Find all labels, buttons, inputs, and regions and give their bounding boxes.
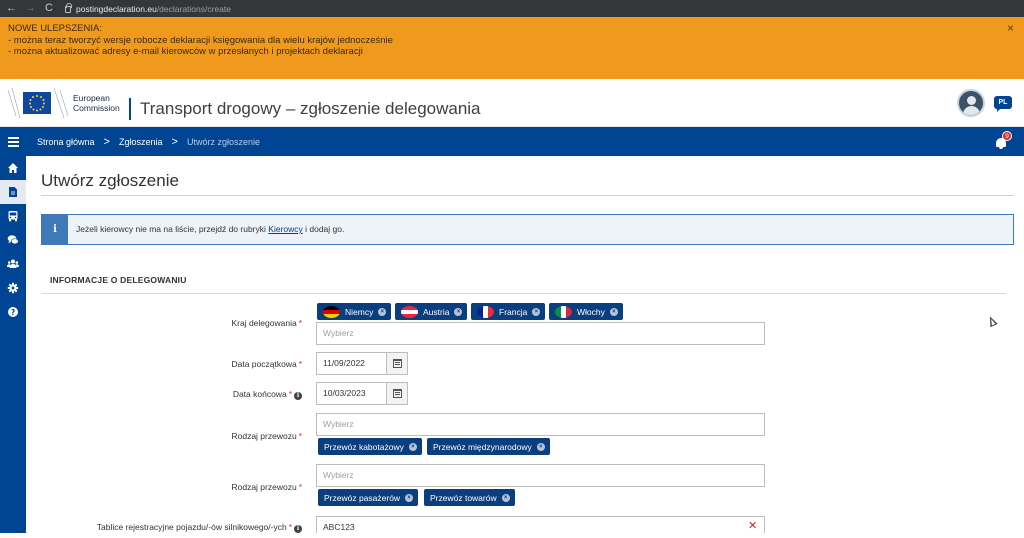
sidebar-item-vehicles[interactable]: [0, 204, 26, 228]
remove-tag-icon[interactable]: ×: [501, 493, 510, 502]
transport-kind-tag: Przewóz towarów ×: [424, 489, 515, 506]
breadcrumb-home[interactable]: Strona główna: [37, 137, 95, 147]
transport-kind-select[interactable]: Wybierz: [316, 464, 765, 487]
remove-tag-icon[interactable]: ×: [454, 307, 463, 316]
start-date-input[interactable]: 11/09/2022: [316, 352, 387, 375]
chevron-right-icon: >: [171, 135, 178, 148]
lock-icon: [65, 3, 72, 13]
forward-icon[interactable]: →: [25, 0, 36, 17]
site-title: Transport drogowy – zgłoszenie delegowan…: [140, 99, 481, 118]
end-date-input[interactable]: 10/03/2023: [316, 382, 387, 405]
breadcrumb-declarations[interactable]: Zgłoszenia: [119, 137, 163, 147]
country-tag: Włochy ×: [549, 303, 623, 320]
transport-kind-tag: Przewóz pasażerów ×: [318, 489, 419, 506]
comments-icon: [7, 235, 19, 245]
user-avatar[interactable]: [957, 89, 985, 117]
notification-count-badge: 9: [1002, 131, 1012, 141]
banner-line: - można aktualizować adresy e-mail kiero…: [8, 46, 363, 57]
divider: [41, 293, 1006, 294]
country-tag: Niemcy ×: [317, 303, 392, 320]
divider: [41, 195, 1014, 196]
page-title: Utwórz zgłoszenie: [41, 171, 179, 190]
mouse-pointer-icon: [986, 314, 998, 328]
country-tag: Francja ×: [471, 303, 546, 320]
help-icon: ?: [8, 307, 18, 317]
remove-tag-icon[interactable]: ×: [532, 307, 541, 316]
italy-flag-icon: [555, 305, 572, 318]
icon-sidebar: ?: [0, 156, 26, 533]
country-label: Kraj delegowania *: [231, 318, 302, 328]
country-select[interactable]: Wybierz: [316, 322, 765, 345]
bus-icon: [8, 211, 18, 222]
country-tag: Austria ×: [395, 303, 468, 320]
transport-type-label: Rodzaj przewozu *: [231, 431, 302, 441]
plates-label: Tablice rejestracyjne pojazdu/-ów silnik…: [22, 522, 302, 533]
sidebar-item-drivers[interactable]: [0, 252, 26, 276]
calendar-icon: [393, 389, 402, 398]
info-icon[interactable]: i: [294, 525, 302, 533]
sidebar-item-home[interactable]: [0, 156, 26, 180]
sidebar-item-declarations[interactable]: [0, 180, 26, 204]
start-date-label: Data początkowa *: [231, 359, 302, 369]
germany-flag-icon: [323, 305, 340, 318]
remove-tag-icon[interactable]: ×: [378, 307, 387, 316]
transport-type-select[interactable]: Wybierz: [316, 413, 765, 436]
calendar-icon: [393, 359, 402, 368]
info-alert: i Jeżeli kierowcy nie ma na liście, prze…: [41, 214, 1014, 245]
remove-tag-icon[interactable]: ×: [536, 442, 545, 451]
url-text: postingdeclaration.eu/declarations/creat…: [76, 3, 231, 14]
document-icon: [9, 187, 17, 197]
info-icon[interactable]: i: [294, 392, 302, 400]
breadcrumb-current: Utwórz zgłoszenie: [186, 136, 260, 147]
banner-line: - można teraz tworzyć wersje robocze dek…: [8, 34, 393, 46]
breadcrumb: Strona główna > Zgłoszenia > Utwórz zgło…: [37, 127, 260, 156]
drivers-link[interactable]: Kierowcy: [268, 224, 302, 234]
austria-flag-icon: [401, 305, 418, 318]
banner-heading: NOWE ULEPSZENIA:: [8, 23, 102, 34]
transport-type-tag: Przewóz kabotażowy ×: [318, 438, 422, 455]
logo-text: European Commission: [73, 93, 120, 113]
start-date-calendar-button[interactable]: [386, 352, 408, 375]
sidebar-item-settings[interactable]: [0, 276, 26, 300]
svg-text:?: ?: [11, 308, 15, 317]
users-icon: [7, 259, 19, 268]
logo-divider: [129, 98, 131, 120]
plates-input[interactable]: ABC123: [316, 516, 765, 533]
breadcrumb-bar: Strona główna > Zgłoszenia > Utwórz zgło…: [0, 127, 1024, 156]
announcement-banner: NOWE ULEPSZENIA: - można teraz tworzyć w…: [0, 17, 1024, 79]
home-icon: [8, 163, 18, 173]
notifications-bell-icon[interactable]: 9: [995, 131, 1012, 149]
end-date-calendar-button[interactable]: [386, 382, 408, 405]
france-flag-icon: [477, 305, 494, 318]
clear-icon[interactable]: ✕: [748, 519, 757, 532]
site-header: European Commission Transport drogowy – …: [0, 79, 1024, 127]
sidebar-item-messages[interactable]: [0, 228, 26, 252]
info-text: Jeżeli kierowcy nie ma na liście, przejd…: [76, 224, 345, 234]
close-icon[interactable]: ×: [1007, 22, 1014, 35]
remove-tag-icon[interactable]: ×: [405, 493, 414, 502]
menu-icon[interactable]: [8, 137, 19, 147]
transport-type-tag: Przewóz międzynarodowy ×: [427, 438, 550, 455]
back-icon[interactable]: ←: [6, 0, 17, 17]
language-selector[interactable]: PL: [994, 96, 1012, 112]
eu-flag-icon: [6, 86, 70, 120]
info-icon: i: [42, 215, 68, 244]
remove-tag-icon[interactable]: ×: [609, 307, 618, 316]
end-date-label: Data końcowa * i: [22, 389, 302, 400]
transport-kind-label: Rodzaj przewozu *: [231, 482, 302, 492]
gear-icon: [7, 282, 19, 294]
remove-tag-icon[interactable]: ×: [408, 442, 417, 451]
section-title: INFORMACJE O DELEGOWANIU: [50, 275, 187, 285]
ec-logo[interactable]: European Commission: [6, 86, 126, 120]
address-bar[interactable]: postingdeclaration.eu/declarations/creat…: [65, 3, 231, 14]
chevron-right-icon: >: [103, 135, 110, 148]
browser-toolbar: ← → C postingdeclaration.eu/declarations…: [0, 0, 1024, 17]
reload-icon[interactable]: C: [44, 0, 54, 17]
